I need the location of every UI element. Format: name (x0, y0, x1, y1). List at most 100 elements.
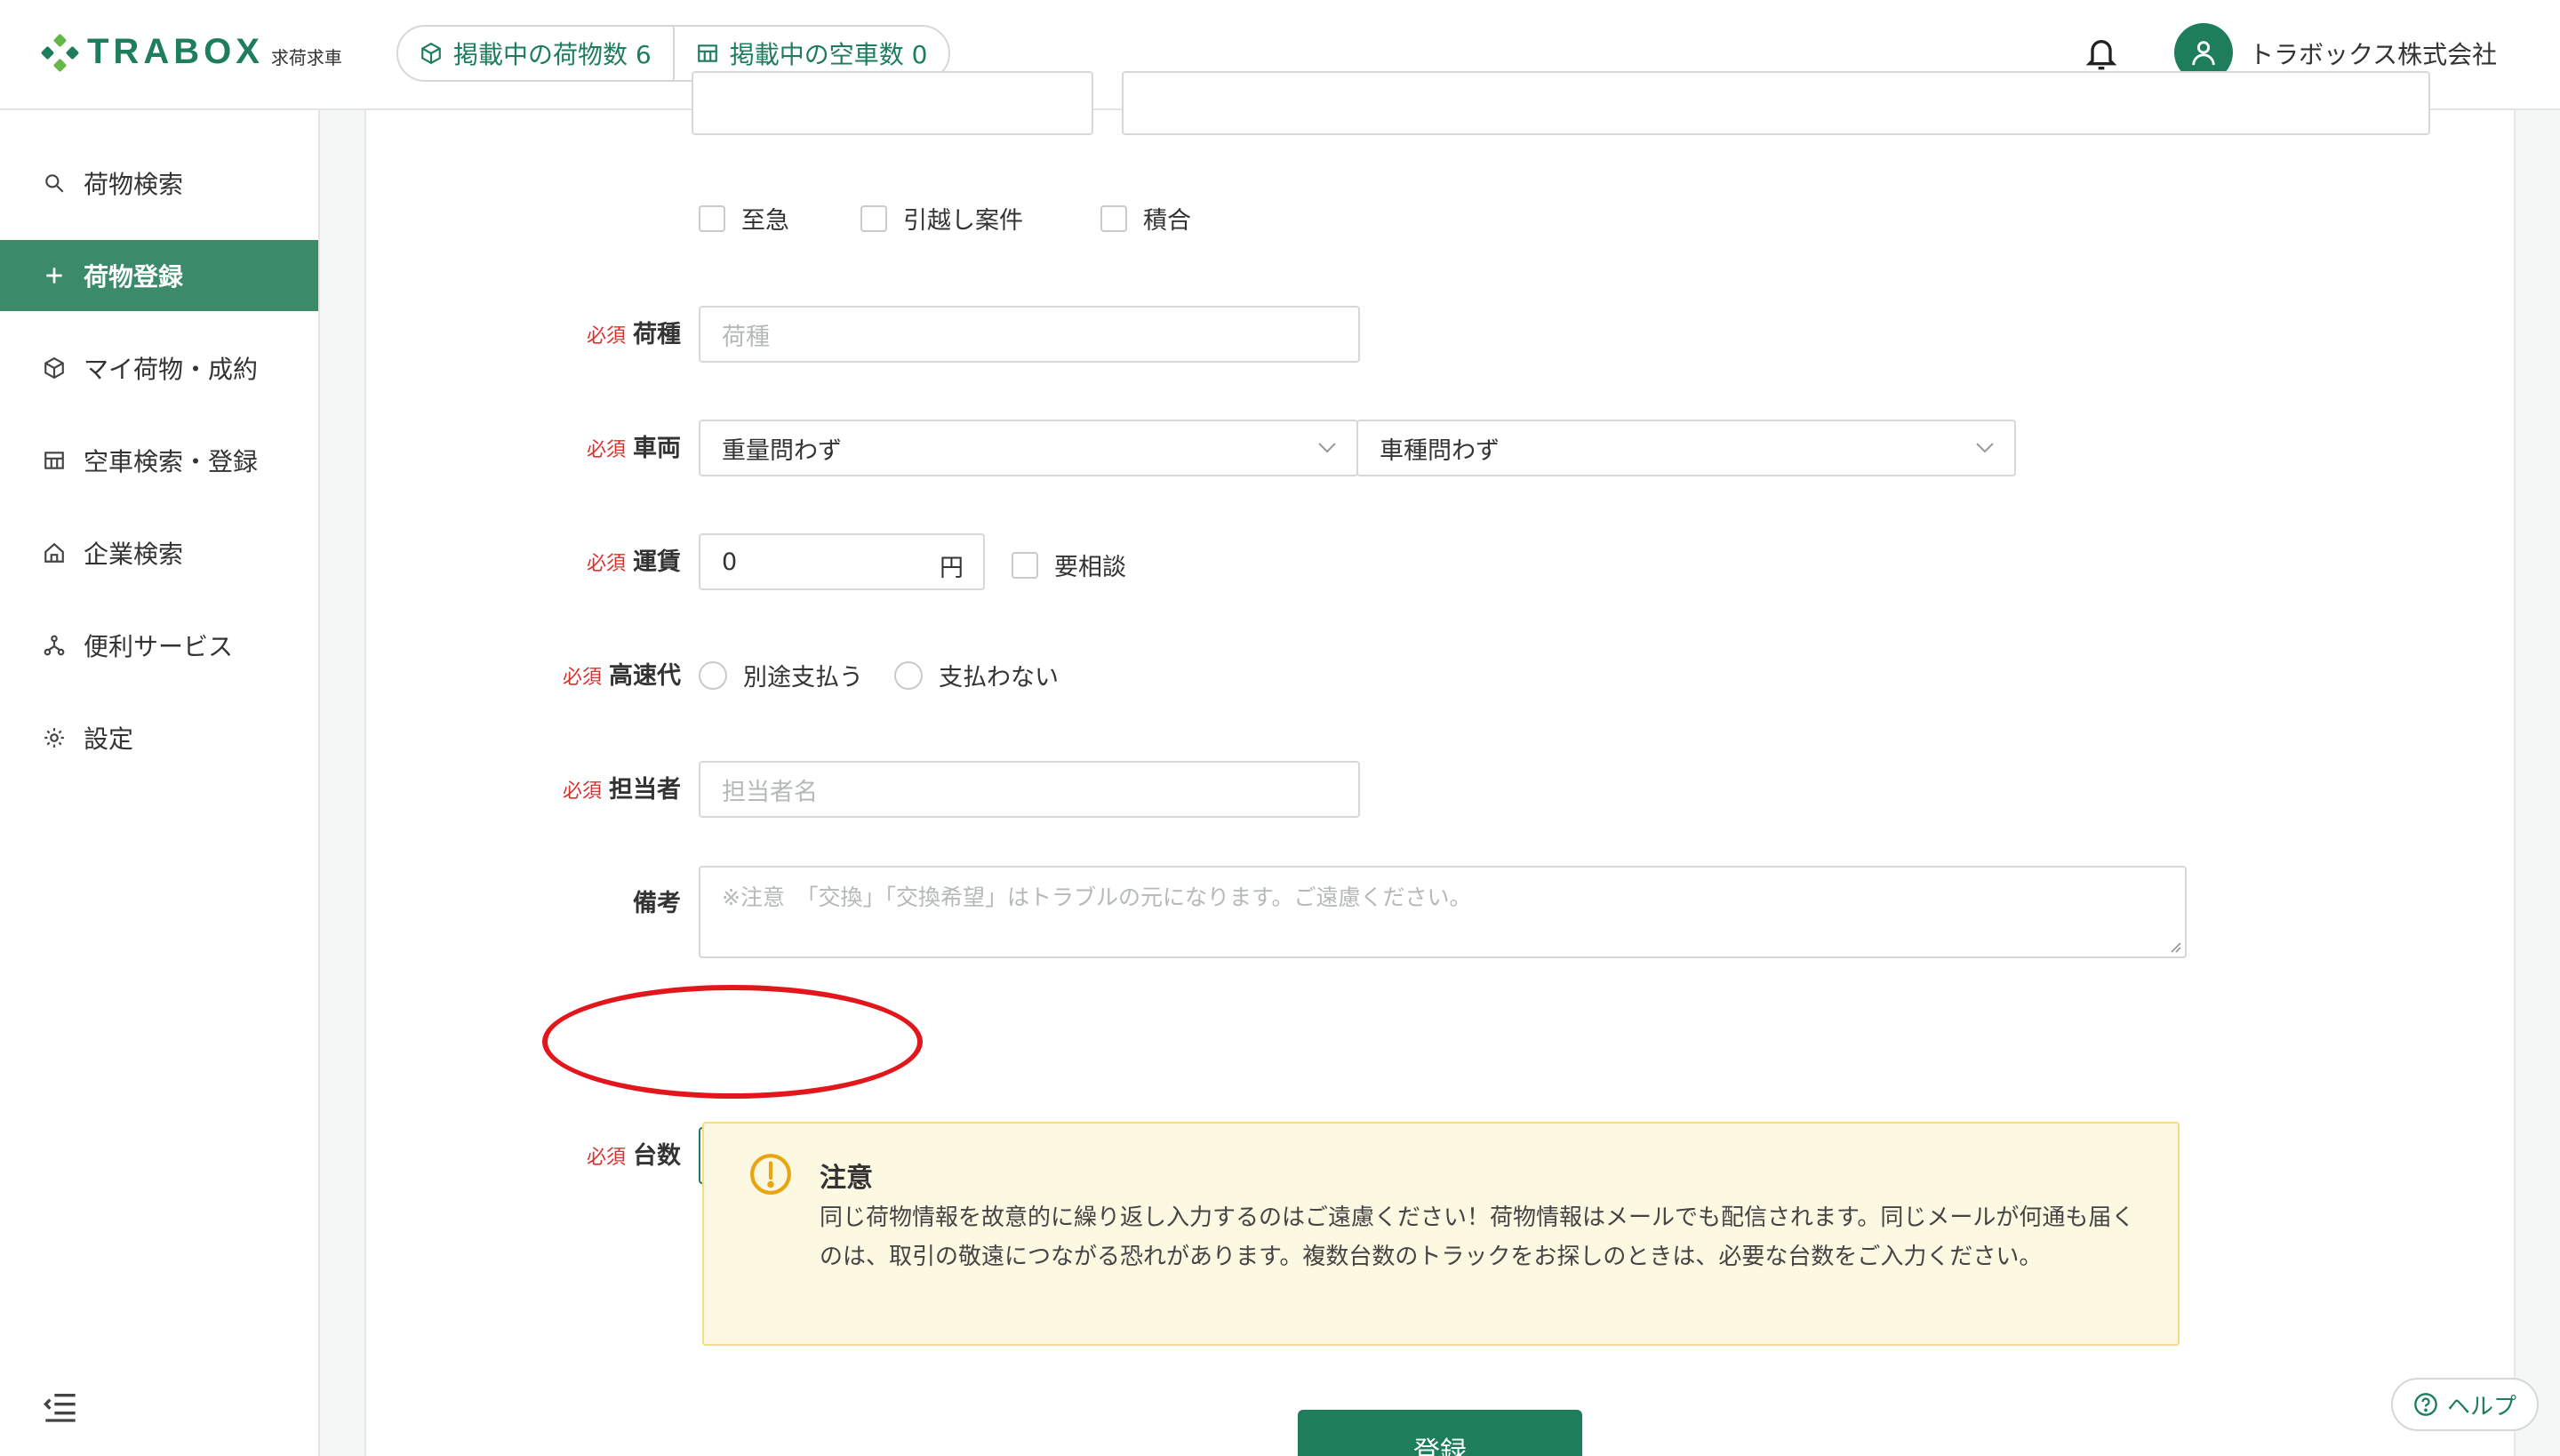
warning-icon (750, 1154, 791, 1195)
truck-count-label: 掲載中の空車数 0 (729, 40, 928, 69)
network-icon (44, 635, 65, 656)
sidebar-item-services[interactable]: 便利サービス (0, 610, 318, 681)
trabox-logo[interactable]: TRABOX 求荷求車 (40, 32, 342, 72)
collapse-menu-icon[interactable] (43, 1392, 78, 1422)
radio-circle[interactable] (894, 660, 923, 690)
label-text: 備考 (633, 890, 681, 917)
sidebar-item-settings[interactable]: 設定 (0, 702, 318, 773)
fare-unit: 円 (940, 555, 964, 582)
user-icon (2192, 41, 2215, 66)
checkbox-label: 積合 (1143, 207, 1191, 235)
cargo-type-label: 必須 荷種 (455, 315, 681, 349)
gear-icon (44, 728, 64, 748)
question-circle-icon (2414, 1393, 2437, 1416)
sidebar-item-my-cargo[interactable]: マイ荷物・成約 (0, 332, 318, 404)
radio-label: 別途支払う (743, 664, 863, 692)
sidebar-item-label: 企業検索 (84, 540, 184, 569)
toll-none-radio[interactable]: 支払わない (894, 658, 1059, 692)
search-icon (45, 174, 64, 193)
checkbox-box[interactable] (699, 204, 725, 232)
sidebar-item-truck-search[interactable]: 空車検索・登録 (0, 425, 318, 496)
notice-title: 注意 (820, 1163, 873, 1194)
notice-text: 同じ荷物情報を故意的に繰り返し入力するのはご遠慮ください！荷物情報はメールでも配… (820, 1204, 2135, 1270)
negotiable-checkbox[interactable]: 要相談 (1012, 548, 1126, 582)
remarks-placeholder: ※注意 「交換」「交換希望」はトラブルの元になります。ご遠慮ください。 (722, 884, 1472, 910)
sidebar: 荷物検索 荷物登録 マイ荷物・成約 空車検索・登録 企業検索 便利サービス 設定 (0, 110, 320, 1456)
resize-handle-icon[interactable] (2169, 940, 2181, 953)
required-tag: 必須 (562, 780, 602, 803)
required-tag: 必須 (586, 325, 626, 348)
sidebar-item-company-search[interactable]: 企業検索 (0, 517, 318, 588)
units-label: 必須 台数 (455, 1136, 681, 1171)
fare-input[interactable]: 0 円 (699, 533, 985, 590)
label-text: 台数 (633, 1142, 681, 1170)
label-text: 運賃 (633, 548, 681, 576)
logo-subtitle: 求荷求車 (270, 47, 342, 68)
help-label: ヘルプ (2446, 1393, 2516, 1420)
sidebar-item-label: 荷物検索 (84, 170, 184, 199)
label-text: 車両 (633, 435, 681, 462)
help-button[interactable]: ヘルプ (2391, 1378, 2539, 1431)
person-placeholder: 担当者名 (722, 778, 818, 806)
date-field-clipped[interactable] (692, 71, 1093, 135)
fare-label: 必須 運賃 (455, 542, 681, 577)
vehicle-label: 必須 車両 (455, 428, 681, 463)
register-button[interactable]: 登録 (1298, 1410, 1582, 1456)
fare-value: 0 (722, 548, 738, 576)
cargo-count-button[interactable]: 掲載中の荷物数 6 (398, 27, 673, 80)
required-tag: 必須 (562, 667, 602, 689)
cargo-type-placeholder: 荷種 (722, 323, 770, 351)
required-tag: 必須 (586, 1147, 626, 1169)
sidebar-item-label: マイ荷物・成約 (84, 355, 259, 384)
sidebar-item-label: 設定 (84, 724, 134, 754)
remarks-label: 備考 (455, 884, 681, 918)
checkbox-box[interactable] (1012, 551, 1038, 579)
sidebar-item-label: 空車検索・登録 (84, 447, 259, 476)
checkbox-label: 至急 (741, 207, 789, 235)
building-icon (44, 452, 64, 469)
bell-icon[interactable] (2084, 34, 2119, 73)
building-icon (697, 44, 717, 62)
sidebar-item-cargo-register[interactable]: 荷物登録 (0, 240, 318, 311)
register-button-label: 登録 (1413, 1436, 1467, 1456)
label-text: 担当者 (609, 776, 681, 804)
logo-mark-icon (40, 33, 80, 72)
checkbox-box[interactable] (1100, 204, 1127, 232)
cargo-count-label: 掲載中の荷物数 6 (453, 40, 652, 69)
person-label: 必須 担当者 (455, 770, 681, 804)
checkbox-label: 要相談 (1054, 554, 1126, 581)
home-icon (44, 542, 64, 563)
chevron-down-icon (1318, 443, 1336, 453)
moving-checkbox[interactable]: 引越し案件 (860, 201, 1023, 236)
logo-text: TRABOX (87, 32, 264, 71)
vehicle-type-select[interactable]: 車種問わず (1356, 420, 2016, 476)
notice-box: 注意 同じ荷物情報を故意的に繰り返し入力するのはご遠慮ください！荷物情報はメール… (702, 1122, 2180, 1346)
mixed-checkbox[interactable]: 積合 (1100, 201, 1191, 236)
required-tag: 必須 (586, 439, 626, 461)
toll-separate-radio[interactable]: 別途支払う (699, 658, 863, 692)
radio-label: 支払わない (939, 664, 1059, 692)
person-input[interactable]: 担当者名 (699, 761, 1360, 818)
urgent-checkbox[interactable]: 至急 (699, 201, 789, 236)
address-field-clipped[interactable] (1122, 71, 2430, 135)
toll-label: 必須 高速代 (455, 656, 681, 691)
plus-icon (46, 268, 62, 284)
checkbox-box[interactable] (860, 204, 887, 232)
checkbox-label: 引越し案件 (903, 207, 1023, 235)
cargo-type-input[interactable]: 荷種 (699, 306, 1360, 363)
sidebar-item-cargo-search[interactable]: 荷物検索 (0, 148, 318, 219)
chevron-down-icon (1976, 443, 1994, 453)
vehicle-type-value: 車種問わず (1380, 436, 1500, 465)
remarks-textarea[interactable]: ※注意 「交換」「交換希望」はトラブルの元になります。ご遠慮ください。 (699, 866, 2187, 958)
sidebar-item-label: 便利サービス (84, 632, 234, 661)
radio-circle[interactable] (699, 660, 727, 690)
required-tag: 必須 (586, 553, 626, 575)
label-text: 高速代 (609, 662, 681, 690)
vehicle-weight-select[interactable]: 重量問わず (699, 420, 1358, 476)
sidebar-item-label: 荷物登録 (84, 262, 184, 292)
box-icon (44, 356, 64, 380)
label-text: 荷種 (633, 321, 681, 348)
box-icon (421, 42, 441, 65)
company-name[interactable]: トラボックス株式会社 (2249, 36, 2497, 71)
vehicle-weight-value: 重量問わず (722, 436, 842, 465)
